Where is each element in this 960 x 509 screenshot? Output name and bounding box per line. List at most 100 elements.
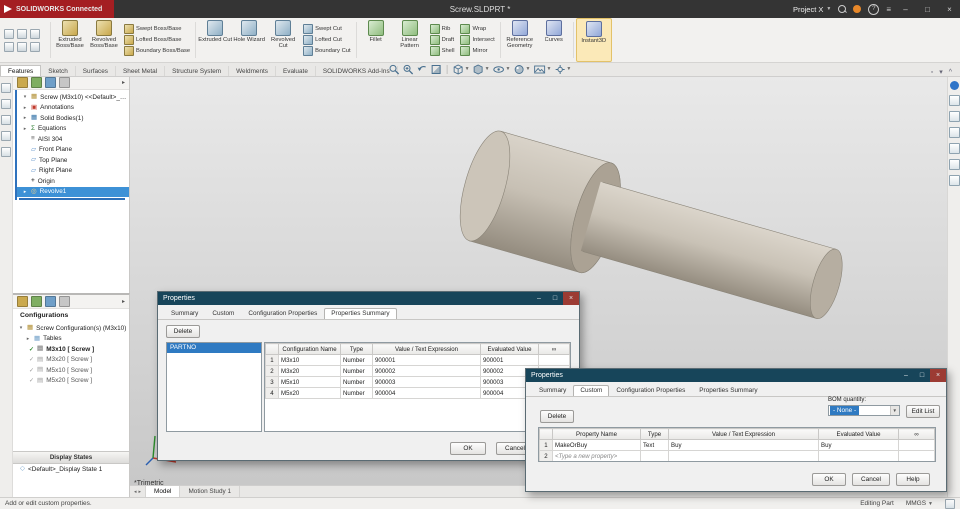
tree-item-material[interactable]: ≡ AISI 304 — [17, 134, 129, 145]
dialog-close-button[interactable]: × — [563, 292, 579, 305]
tab-configuration-properties[interactable]: Configuration Properties — [241, 308, 324, 319]
table-row[interactable]: 2 M3x20 Number 900002 900002 — [266, 366, 570, 377]
tab-features[interactable]: Features — [0, 65, 41, 76]
dialog-titlebar[interactable]: Properties – □ × — [526, 369, 946, 382]
help-button[interactable]: Help — [896, 473, 930, 486]
revolved-cut-button[interactable]: Revolved Cut — [266, 18, 300, 62]
tab-sheet-metal[interactable]: Sheet Metal — [116, 66, 165, 76]
ok-button[interactable]: OK — [812, 473, 846, 486]
feature-manager-tab-icon[interactable] — [17, 77, 28, 88]
expand-arrow-icon[interactable]: ▾ — [22, 94, 28, 100]
dialog-close-button[interactable]: × — [930, 369, 946, 382]
swept-boss-base-button[interactable]: Swept Boss/Base — [124, 24, 190, 34]
dialog-titlebar[interactable]: Properties – □ × — [158, 292, 579, 305]
task-pane-icon[interactable] — [949, 127, 960, 138]
units-selector[interactable]: MMGS▼ — [906, 500, 933, 507]
3dexperience-icon[interactable] — [950, 81, 959, 90]
panel-strip-icon[interactable] — [1, 115, 11, 125]
tab-custom[interactable]: Custom — [205, 308, 241, 319]
revolved-boss-base-button[interactable]: Revolved Boss/Base — [87, 18, 121, 62]
tree-item-top-plane[interactable]: ▱ Top Plane — [17, 155, 129, 166]
delete-button[interactable]: Delete — [540, 410, 574, 423]
quick-access-icon[interactable] — [17, 29, 27, 39]
lofted-cut-button[interactable]: Lofted Cut — [303, 35, 350, 45]
expand-arrow-icon[interactable]: ▸ — [22, 115, 28, 121]
config-item-m5x20[interactable]: ✓ ▤ M5x20 [ Screw ] — [13, 376, 129, 387]
tab-solidworks-add-ins[interactable]: SOLIDWORKS Add-Ins — [316, 66, 398, 76]
configuration-manager-tab-icon[interactable] — [45, 296, 56, 307]
tab-scroll-arrows[interactable]: ◂▸ — [130, 486, 146, 497]
display-states-header[interactable]: Display States — [13, 451, 129, 464]
tab-surfaces[interactable]: Surfaces — [76, 66, 116, 76]
task-pane-icon[interactable] — [949, 159, 960, 170]
expand-arrow-icon[interactable]: ▸ — [22, 189, 28, 195]
tab-sketch[interactable]: Sketch — [41, 66, 76, 76]
config-item-m3x20[interactable]: ✓ ▤ M3x20 [ Screw ] — [13, 355, 129, 366]
task-pane-icon[interactable] — [949, 175, 960, 186]
delete-button[interactable]: Delete — [166, 325, 200, 338]
panel-strip-icon[interactable] — [1, 83, 11, 93]
tree-root-part[interactable]: ▾ ▦ Screw (M3x10) <<Default>_Display Sta… — [17, 92, 129, 103]
instant3d-button[interactable]: Instant3D — [576, 18, 612, 62]
tree-item-solid-bodies[interactable]: ▸ ▦ Solid Bodies(1) — [17, 113, 129, 124]
expand-arrow-icon[interactable]: ▸ — [22, 126, 28, 132]
lofted-boss-base-button[interactable]: Lofted Boss/Base — [124, 35, 190, 45]
tab-properties-summary[interactable]: Properties Summary — [324, 308, 396, 319]
maximize-button[interactable]: □ — [920, 5, 935, 14]
search-icon[interactable] — [838, 5, 846, 13]
config-root[interactable]: ▾ ▦ Screw Configuration(s) (M3x10) — [13, 323, 129, 334]
tree-item-origin[interactable]: + Origin — [17, 176, 129, 187]
property-name-list[interactable]: PARTNO — [166, 342, 262, 432]
dialog-minimize-button[interactable]: – — [898, 369, 914, 382]
dialog-maximize-button[interactable]: □ — [914, 369, 930, 382]
quick-access-icon[interactable] — [30, 29, 40, 39]
quick-access-icon[interactable] — [30, 42, 40, 52]
tab-summary[interactable]: Summary — [532, 385, 573, 396]
extruded-boss-base-button[interactable]: Extruded Boss/Base — [53, 18, 87, 62]
boundary-cut-button[interactable]: Boundary Cut — [303, 46, 350, 56]
panel-strip-icon[interactable] — [1, 131, 11, 141]
hide-show-items-icon[interactable]: ▼ — [493, 63, 511, 75]
tab-summary[interactable]: Summary — [164, 308, 205, 319]
mirror-button[interactable]: Mirror — [460, 46, 494, 56]
pin-ribbon-icon[interactable]: ^ — [949, 69, 952, 76]
display-state-item[interactable]: ◇ <Default>_Display State 1 — [13, 464, 129, 475]
tab-configuration-properties[interactable]: Configuration Properties — [609, 385, 692, 396]
panel-flyout-icon[interactable]: ▸ — [122, 79, 125, 86]
scroll-left-icon[interactable]: ◂ — [134, 489, 137, 495]
zoom-to-area-icon[interactable] — [403, 63, 414, 75]
extruded-cut-button[interactable]: Extruded Cut — [198, 18, 232, 62]
section-view-icon[interactable] — [431, 63, 442, 75]
tab-structure-system[interactable]: Structure System — [165, 66, 229, 76]
close-button[interactable]: × — [942, 5, 957, 14]
task-pane-icon[interactable] — [949, 95, 960, 106]
property-manager-tab-icon[interactable] — [31, 77, 42, 88]
table-row[interactable]: 1 MakeOrBuy Text Buy Buy — [540, 440, 935, 451]
task-pane-icon[interactable] — [949, 111, 960, 122]
menu-icon[interactable]: ≡ — [886, 5, 891, 14]
wrap-button[interactable]: Wrap — [460, 24, 494, 34]
panel-strip-icon[interactable] — [1, 99, 11, 109]
scroll-right-icon[interactable]: ▸ — [139, 489, 142, 495]
collapse-ribbon-icon[interactable]: ▾ — [939, 68, 943, 76]
tree-item-front-plane[interactable]: ▱ Front Plane — [17, 145, 129, 156]
tab-model[interactable]: Model — [146, 486, 180, 497]
apply-scene-icon[interactable]: ▼ — [533, 63, 551, 75]
panel-flyout-icon[interactable]: ▸ — [122, 298, 125, 305]
swept-cut-button[interactable]: Swept Cut — [303, 24, 350, 34]
edit-list-button[interactable]: Edit List — [906, 405, 940, 418]
display-style-icon[interactable]: ▼ — [473, 63, 490, 75]
feature-manager-tab-icon[interactable] — [17, 296, 28, 307]
zoom-to-fit-icon[interactable] — [389, 63, 400, 75]
view-settings-icon[interactable]: ▼ — [554, 63, 571, 75]
ok-button[interactable]: OK — [450, 442, 486, 455]
status-bar-icon[interactable] — [945, 499, 955, 509]
table-row[interactable]: 4 M5x20 Number 900004 900004 — [266, 388, 570, 399]
task-pane-icon[interactable] — [949, 143, 960, 154]
config-item-m3x10[interactable]: ✓ ▤ M3x10 [ Screw ] — [13, 344, 129, 355]
shell-button[interactable]: Shell — [430, 46, 455, 56]
rib-button[interactable]: Rib — [430, 24, 455, 34]
quick-access-icon[interactable] — [4, 29, 14, 39]
tab-custom[interactable]: Custom — [573, 385, 609, 396]
table-row[interactable]: 2 <Type a new property> — [540, 451, 935, 462]
